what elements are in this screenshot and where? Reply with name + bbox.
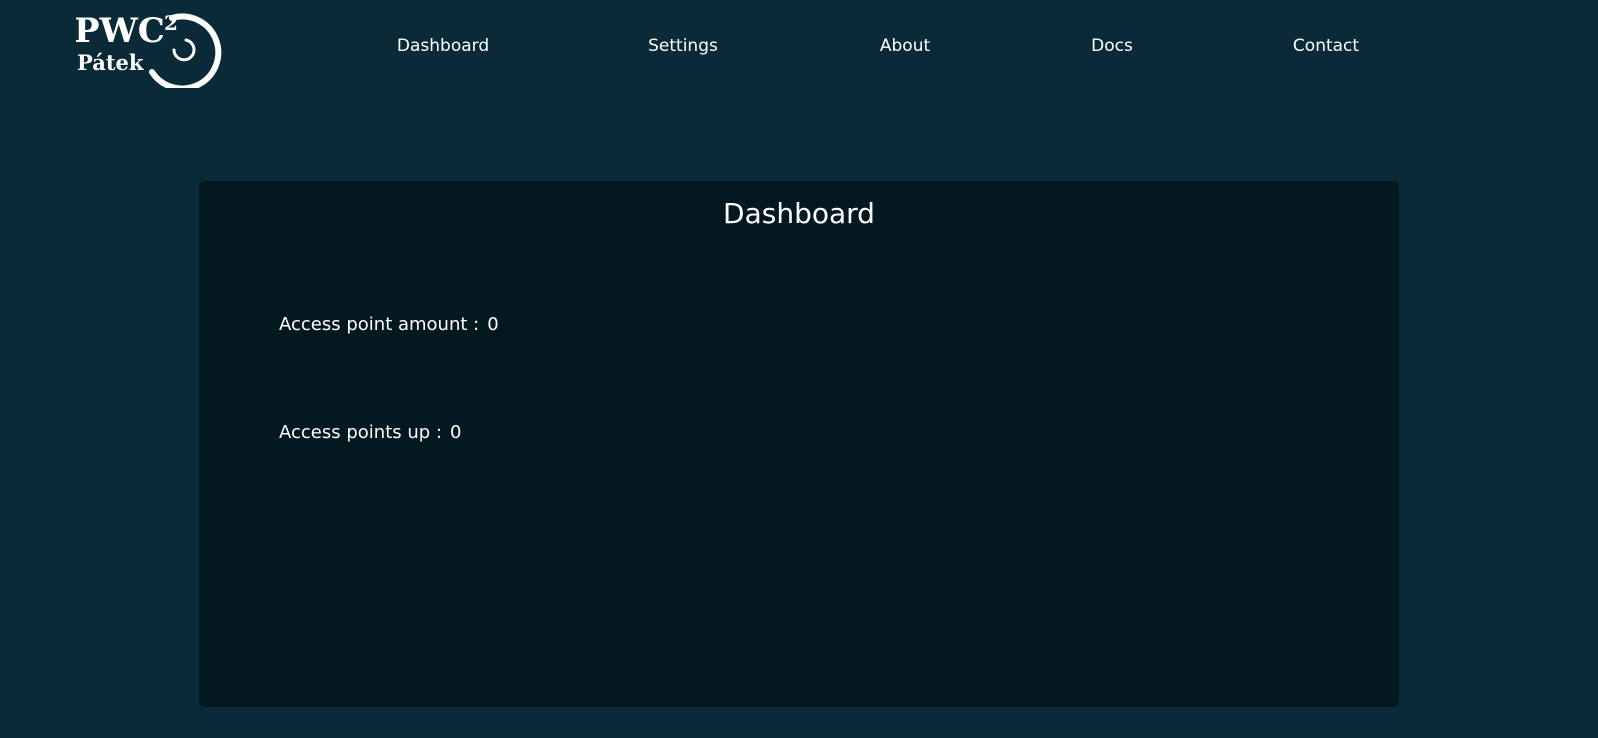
nav-item-docs[interactable]: Docs <box>1091 36 1133 56</box>
stat-access-points-up: Access points up : 0 <box>279 422 461 443</box>
nav-item-dashboard[interactable]: Dashboard <box>397 36 489 56</box>
stat-label: Access points up : <box>279 422 442 443</box>
logo-superscript: 2 <box>164 11 178 35</box>
stat-value: 0 <box>487 314 499 335</box>
nav-item-settings[interactable]: Settings <box>648 36 718 56</box>
page-title: Dashboard <box>723 197 875 230</box>
stat-access-point-amount: Access point amount : 0 <box>279 314 499 335</box>
stat-label: Access point amount : <box>279 314 480 335</box>
nav-item-about[interactable]: About <box>880 36 930 56</box>
dashboard-card: Dashboard Access point amount : 0 Access … <box>199 181 1399 707</box>
nav-item-contact[interactable]: Contact <box>1293 36 1359 56</box>
main-nav: Dashboard Settings About Docs Contact <box>0 36 1598 60</box>
stat-value: 0 <box>449 422 462 443</box>
